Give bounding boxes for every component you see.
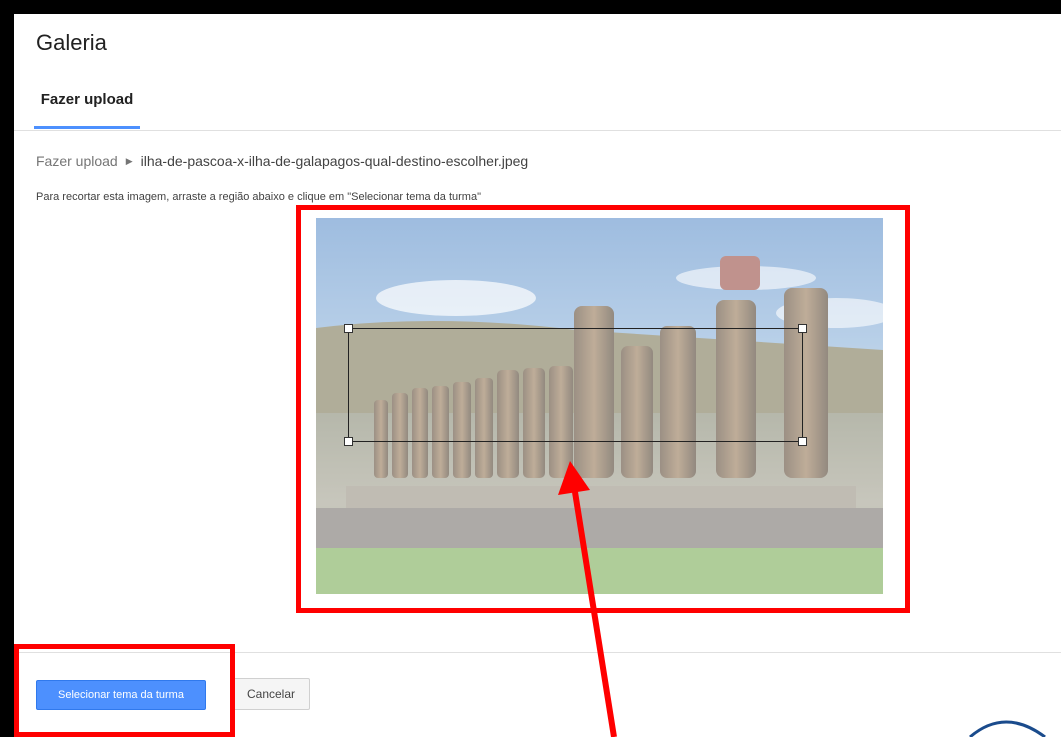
footer-divider <box>14 652 1061 653</box>
crop-selection[interactable] <box>344 324 807 446</box>
tab-active-indicator <box>34 126 140 129</box>
gallery-dialog: Galeria Fazer upload Fazer upload ▶ ilha… <box>14 14 1061 737</box>
crop-instructions: Para recortar esta imagem, arraste a reg… <box>36 191 481 203</box>
breadcrumb: Fazer upload ▶ ilha-de-pascoa-x-ilha-de-… <box>36 153 528 169</box>
select-class-theme-button[interactable]: Selecionar tema da turma <box>36 680 206 710</box>
breadcrumb-root[interactable]: Fazer upload <box>36 153 118 169</box>
tab-upload[interactable]: Fazer upload <box>34 90 140 130</box>
breadcrumb-filename: ilha-de-pascoa-x-ilha-de-galapagos-qual-… <box>140 153 529 169</box>
crop-handle-bottom-left[interactable] <box>344 437 353 446</box>
crop-handle-top-left[interactable] <box>344 324 353 333</box>
triangle-right-icon: ▶ <box>125 155 133 166</box>
crop-handle-top-right[interactable] <box>798 324 807 333</box>
dialog-title: Galeria <box>36 30 107 55</box>
cancel-button[interactable]: Cancelar <box>232 678 310 710</box>
crop-image[interactable] <box>316 218 883 594</box>
corner-decoration <box>960 712 1050 737</box>
tab-divider <box>14 130 1061 131</box>
crop-handle-bottom-right[interactable] <box>798 437 807 446</box>
